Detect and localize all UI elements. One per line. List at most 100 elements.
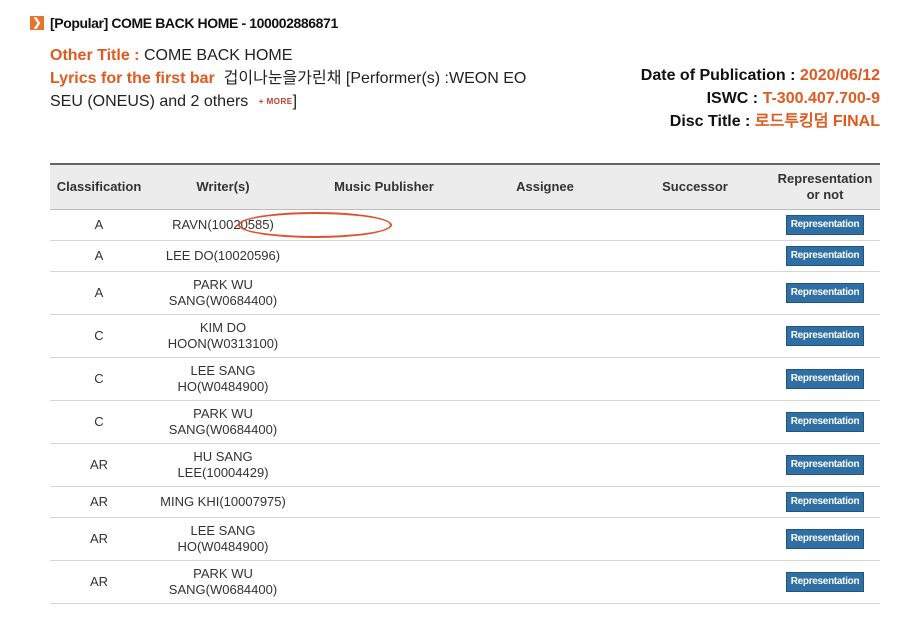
writer-cell: LEE SANG HO(W0484900) xyxy=(148,357,298,401)
representation-cell: Representation xyxy=(770,443,880,487)
music-publisher-cell xyxy=(298,271,470,315)
writer-cell: PARK WU SANG(W0684400) xyxy=(148,400,298,444)
representation-button[interactable]: Representation xyxy=(785,369,865,389)
writer-cell: LEE DO(10020596) xyxy=(148,240,298,272)
header-classification: Classification xyxy=(50,163,148,210)
other-title-row: Other Title : COME BACK HOME xyxy=(50,44,530,67)
music-publisher-cell xyxy=(298,357,470,401)
table-header-row: Classification Writer(s) Music Publisher… xyxy=(50,163,880,210)
page-title: [Popular] COME BACK HOME - 100002886871 xyxy=(50,15,338,31)
successor-cell xyxy=(620,560,770,604)
iswc-value: T-300.407.700-9 xyxy=(762,90,880,107)
more-link[interactable]: + MORE xyxy=(259,97,293,106)
writer-cell: LEE SANG HO(W0484900) xyxy=(148,517,298,561)
assignee-cell xyxy=(470,443,620,487)
representation-button[interactable]: Representation xyxy=(785,283,865,303)
other-title-label: Other Title : xyxy=(50,47,140,64)
writer-name: KIM DO xyxy=(199,320,247,335)
representation-button[interactable]: Representation xyxy=(785,246,865,266)
writer-name: MING KHI(10007975) xyxy=(160,494,286,509)
representation-cell: Representation xyxy=(770,314,880,358)
representation-button[interactable]: Representation xyxy=(785,529,865,549)
writer-name: PARK WU xyxy=(193,406,253,421)
representation-button[interactable]: Representation xyxy=(785,492,865,512)
classification-cell: C xyxy=(50,400,148,444)
table-row: C PARK WU SANG(W0684400) Representation xyxy=(50,400,880,444)
classification-cell: AR xyxy=(50,560,148,604)
assignee-cell xyxy=(470,560,620,604)
classification-cell: AR xyxy=(50,517,148,561)
assignee-cell xyxy=(470,517,620,561)
song-info: Other Title : COME BACK HOME Lyrics for … xyxy=(50,44,530,113)
successor-cell xyxy=(620,443,770,487)
classification-cell: AR xyxy=(50,443,148,487)
representation-cell: Representation xyxy=(770,400,880,444)
representation-cell: Representation xyxy=(770,560,880,604)
writer-name: LEE SANG xyxy=(190,523,256,538)
music-publisher-cell xyxy=(298,486,470,518)
writer-id: SANG(W0684400) xyxy=(168,422,278,437)
table-row: A LEE DO(10020596) Representation xyxy=(50,240,880,272)
writer-cell: MING KHI(10007975) xyxy=(148,486,298,518)
writer-name: RAVN(10020585) xyxy=(172,217,274,232)
table-row: C LEE SANG HO(W0484900) Representation xyxy=(50,357,880,401)
classification-cell: C xyxy=(50,314,148,358)
representation-cell: Representation xyxy=(770,240,880,272)
representation-button[interactable]: Representation xyxy=(785,326,865,346)
representation-button[interactable]: Representation xyxy=(785,572,865,592)
chevron-right-icon: ❯ xyxy=(30,16,44,30)
writer-name: LEE SANG xyxy=(190,363,256,378)
music-publisher-cell xyxy=(298,209,470,241)
writer-id: LEE(10004429) xyxy=(177,465,269,480)
representation-button[interactable]: Representation xyxy=(785,412,865,432)
music-publisher-cell xyxy=(298,400,470,444)
successor-cell xyxy=(620,517,770,561)
assignee-cell xyxy=(470,486,620,518)
music-publisher-cell xyxy=(298,517,470,561)
representation-cell: Representation xyxy=(770,486,880,518)
header-writers: Writer(s) xyxy=(148,163,298,210)
lyrics-label: Lyrics for the first bar xyxy=(50,70,215,87)
writer-id: HO(W0484900) xyxy=(177,379,269,394)
header-representation: Representation or not xyxy=(770,163,880,210)
successor-cell xyxy=(620,240,770,272)
header-assignee: Assignee xyxy=(470,163,620,210)
representation-button[interactable]: Representation xyxy=(785,455,865,475)
representation-cell: Representation xyxy=(770,271,880,315)
writer-id: SANG(W0684400) xyxy=(168,582,278,597)
writer-cell: HU SANG LEE(10004429) xyxy=(148,443,298,487)
table-row: C KIM DO HOON(W0313100) Representation xyxy=(50,314,880,358)
music-publisher-cell xyxy=(298,443,470,487)
table-row: AR LEE SANG HO(W0484900) Representation xyxy=(50,517,880,561)
representation-button[interactable]: Representation xyxy=(785,215,865,235)
representation-cell: Representation xyxy=(770,357,880,401)
lyrics-row: Lyrics for the first bar 겁이나눈을가린채 [Perfo… xyxy=(50,67,530,113)
table-row: AR MING KHI(10007975) Representation xyxy=(50,486,880,518)
assignee-cell xyxy=(470,314,620,358)
date-label: Date of Publication : xyxy=(640,67,796,84)
assignee-cell xyxy=(470,240,620,272)
writer-name: PARK WU xyxy=(193,277,253,292)
assignee-cell xyxy=(470,400,620,444)
successor-cell xyxy=(620,400,770,444)
publication-info: Date of Publication : 2020/06/12 ISWC : … xyxy=(641,64,880,133)
representation-cell: Representation xyxy=(770,517,880,561)
iswc-row: ISWC : T-300.407.700-9 xyxy=(641,87,880,110)
writer-id: HO(W0484900) xyxy=(177,539,269,554)
header-successor: Successor xyxy=(620,163,770,210)
writer-cell: PARK WU SANG(W0684400) xyxy=(148,271,298,315)
successor-cell xyxy=(620,314,770,358)
representation-cell: Representation xyxy=(770,209,880,241)
successor-cell xyxy=(620,209,770,241)
disc-label: Disc Title : xyxy=(669,113,751,130)
page-header: ❯ [Popular] COME BACK HOME - 10000288687… xyxy=(30,14,338,32)
table-row: AR PARK WU SANG(W0684400) Representation xyxy=(50,560,880,604)
music-publisher-cell xyxy=(298,240,470,272)
assignee-cell xyxy=(470,357,620,401)
writer-id: HOON(W0313100) xyxy=(167,336,279,351)
writer-cell: PARK WU SANG(W0684400) xyxy=(148,560,298,604)
assignee-cell xyxy=(470,271,620,315)
writer-name: PARK WU xyxy=(193,566,253,581)
writer-cell: KIM DO HOON(W0313100) xyxy=(148,314,298,358)
classification-cell: A xyxy=(50,209,148,241)
